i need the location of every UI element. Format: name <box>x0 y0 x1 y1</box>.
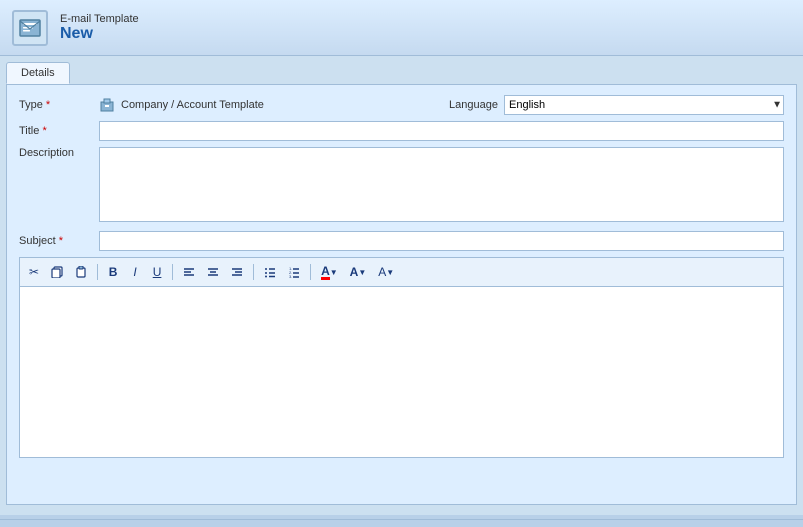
editor-area[interactable] <box>19 286 784 458</box>
subject-input[interactable] <box>99 231 784 251</box>
language-select[interactable]: EnglishFrenchGermanSpanish <box>504 95 784 115</box>
font-color-button[interactable]: A ▼ <box>316 262 343 282</box>
description-textarea[interactable] <box>99 147 784 222</box>
cut-button[interactable]: ✂ <box>24 262 44 282</box>
ordered-list-button[interactable]: 1. 2. 3. <box>283 262 305 282</box>
rich-text-toolbar: ✂ B I U <box>19 257 784 286</box>
paste-button[interactable] <box>70 262 92 282</box>
underline-button[interactable]: U <box>147 262 167 282</box>
type-info: Company / Account Template <box>99 97 449 113</box>
description-label: Description <box>19 147 99 159</box>
separator-3 <box>253 264 254 280</box>
title-label: Title * <box>19 125 99 137</box>
description-row: Description <box>19 147 784 225</box>
svg-text:3.: 3. <box>289 274 292 278</box>
language-label: Language <box>449 99 498 111</box>
header-text: E-mail Template New <box>60 13 139 43</box>
bold-button[interactable]: B <box>103 262 123 282</box>
unordered-list-button[interactable] <box>259 262 281 282</box>
font-button[interactable]: A▼ <box>373 262 399 282</box>
align-left-button[interactable] <box>178 262 200 282</box>
separator-1 <box>97 264 98 280</box>
language-select-wrapper[interactable]: EnglishFrenchGermanSpanish ▼ <box>504 95 784 115</box>
header-subtitle: New <box>60 25 139 43</box>
form-panel: Type * Company / Account Template <box>6 84 797 505</box>
align-center-button[interactable] <box>202 262 224 282</box>
tab-bar: Details <box>6 62 797 84</box>
type-row-right: Company / Account Template Language Engl… <box>99 95 784 115</box>
separator-2 <box>172 264 173 280</box>
subject-label: Subject * <box>19 235 99 247</box>
bottom-scrollbar[interactable] <box>0 519 803 527</box>
tab-details[interactable]: Details <box>6 62 70 84</box>
header: E-mail Template New <box>0 0 803 56</box>
font-size-button[interactable]: A▼ <box>345 262 372 282</box>
separator-4 <box>310 264 311 280</box>
email-template-icon <box>12 10 48 46</box>
type-row: Type * Company / Account Template <box>19 95 784 115</box>
header-title: E-mail Template <box>60 13 139 25</box>
align-right-button[interactable] <box>226 262 248 282</box>
italic-button[interactable]: I <box>125 262 145 282</box>
language-group: Language EnglishFrenchGermanSpanish ▼ <box>449 95 784 115</box>
type-label: Type * <box>19 99 99 111</box>
copy-button[interactable] <box>46 262 68 282</box>
description-wrapper <box>99 147 784 225</box>
editor-content[interactable] <box>20 287 783 457</box>
company-icon <box>99 97 115 113</box>
title-row: Title * <box>19 121 784 141</box>
main-content: Details Type * <box>0 56 803 515</box>
subject-row: Subject * <box>19 231 784 251</box>
type-value: Company / Account Template <box>121 99 264 111</box>
title-input[interactable] <box>99 121 784 141</box>
